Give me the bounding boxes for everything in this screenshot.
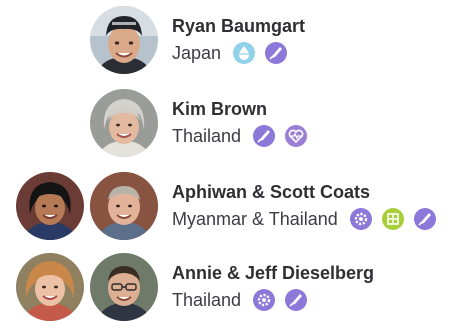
pen-nib-icon[interactable] [253,125,276,147]
pen-nib-icon[interactable] [413,208,436,230]
pen-nib-icon[interactable] [285,289,308,311]
person-row-kim-brown: Kim Brown Thailand [0,89,476,157]
person-details: Japan [172,41,288,65]
person-row-aphiwan-scott-coats: Aphiwan & Scott Coats Myanmar & Thailand [0,172,476,240]
person-name[interactable]: Aphiwan & Scott Coats [172,182,370,203]
person-location: Myanmar & Thailand [172,208,338,229]
avatar-aphiwan-coats[interactable] [16,172,84,240]
person-details: Myanmar & Thailand [172,207,436,231]
avatar-jeff-dieselberg[interactable] [90,253,158,321]
person-location: Japan [172,42,222,63]
avatar-kim-brown[interactable] [90,89,158,157]
avatar-ryan-baumgart[interactable] [90,6,158,74]
avatar-scott-coats[interactable] [90,172,158,240]
gear-icon[interactable] [253,289,276,311]
pen-nib-icon[interactable] [265,42,288,64]
avatar-annie-dieselberg[interactable] [16,253,84,321]
puzzle-icon[interactable] [381,208,404,230]
person-name[interactable]: Ryan Baumgart [172,16,305,37]
person-row-annie-jeff-dieselberg: Annie & Jeff Dieselberg Thailand [0,253,476,321]
person-details: Thailand [172,124,308,148]
gear-icon[interactable] [349,208,372,230]
heartbeat-icon[interactable] [285,125,308,147]
person-name[interactable]: Annie & Jeff Dieselberg [172,263,374,284]
person-location: Thailand [172,289,242,310]
water-drop-icon[interactable] [233,42,256,64]
person-location: Thailand [172,125,242,146]
person-row-ryan-baumgart: Ryan Baumgart Japan [0,6,476,74]
person-details: Thailand [172,288,308,312]
person-name[interactable]: Kim Brown [172,99,267,120]
